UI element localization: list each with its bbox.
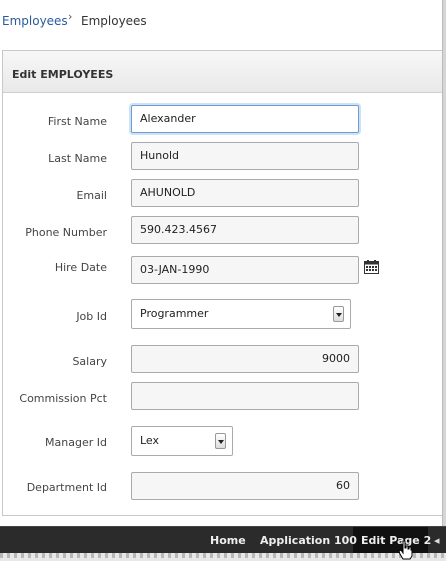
hire-date-field[interactable]: 03-JAN-1990 [131, 256, 359, 284]
breadcrumb-link-employees[interactable]: Employees [2, 14, 68, 28]
commission-pct-field[interactable] [131, 382, 359, 410]
hire-date-label: Hire Date [54, 261, 107, 274]
chevron-right-icon: › [68, 10, 73, 23]
dev-edit-page-link[interactable]: Edit Page 2 [361, 534, 431, 547]
commission-pct-label: Commission Pct [19, 392, 107, 405]
calendar-icon[interactable] [364, 260, 379, 274]
breadcrumb: Employees › Employees [0, 0, 442, 42]
salary-label: Salary [72, 355, 107, 368]
department-id-label: Department Id [26, 481, 107, 494]
status-strip [0, 553, 446, 561]
developer-toolbar: Home Application 100 Edit Page 2 ◂ [0, 526, 446, 554]
breadcrumb-current: Employees [81, 14, 147, 28]
region-title: Edit EMPLOYEES [12, 68, 114, 81]
job-id-label: Job Id [76, 310, 107, 323]
window-right-edge [442, 0, 446, 526]
manager-id-value: Lex [140, 434, 160, 447]
manager-id-select[interactable]: Lex [131, 426, 233, 456]
dev-home-link[interactable]: Home [210, 534, 246, 547]
department-id-field[interactable]: 60 [131, 472, 359, 500]
first-name-label: First Name [47, 115, 107, 128]
chevron-down-icon [215, 433, 226, 449]
region-header: Edit EMPLOYEES [3, 51, 442, 93]
phone-number-label: Phone Number [25, 226, 107, 239]
manager-id-label: Manager Id [45, 436, 107, 449]
job-id-value: Programmer [140, 307, 209, 320]
salary-field[interactable]: 9000 [131, 345, 359, 373]
first-name-field[interactable]: Alexander [131, 105, 359, 133]
chevron-down-icon [333, 306, 344, 322]
hand-cursor-icon [398, 540, 413, 560]
email-label: Email [76, 189, 107, 202]
phone-number-field[interactable]: 590.423.4567 [131, 216, 359, 244]
email-field[interactable]: AHUNOLD [131, 179, 359, 207]
last-name-label: Last Name [48, 152, 107, 165]
status-strip-text [0, 553, 446, 558]
last-name-field[interactable]: Hunold [131, 142, 359, 170]
dev-application-link[interactable]: Application 100 [260, 534, 357, 547]
toolbar-more-icon[interactable]: ◂ [434, 534, 440, 547]
job-id-select[interactable]: Programmer [131, 299, 351, 329]
